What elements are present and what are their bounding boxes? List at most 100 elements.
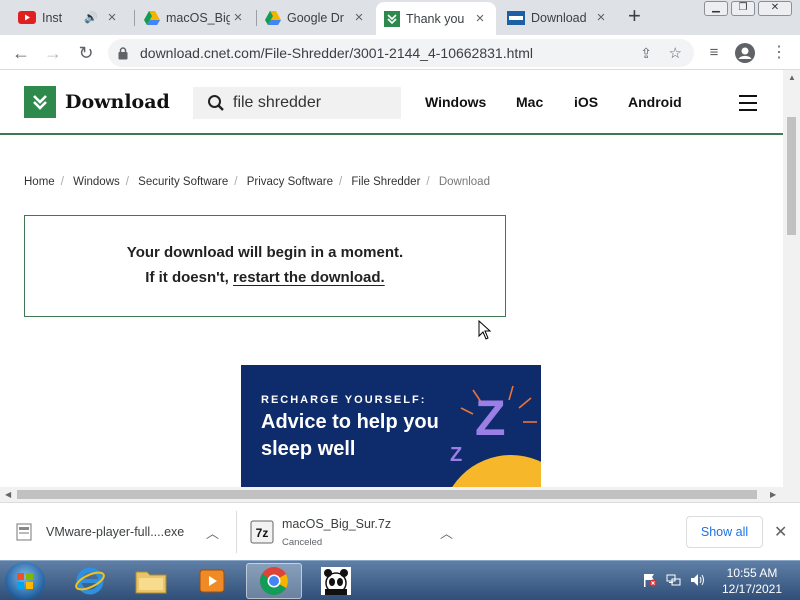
tab-close-icon[interactable]: × <box>351 9 367 26</box>
scroll-right-arrow-icon[interactable]: ▶ <box>770 487 776 502</box>
tab-macos-drive[interactable]: macOS_Big × <box>136 2 254 33</box>
tab-divider <box>134 10 135 26</box>
tab-thank-you[interactable]: Thank you × <box>376 2 496 35</box>
speaker-icon[interactable]: 🔊 <box>84 11 98 24</box>
windows-logo-icon <box>17 573 33 589</box>
restore-button[interactable]: ❐ <box>731 1 755 16</box>
google-drive-icon <box>265 10 281 25</box>
browser-tab-strip: Inst 🔊 × macOS_Big × Google Dr × Thank y… <box>0 0 800 35</box>
restart-line: If it doesn't, restart the download. <box>25 269 505 286</box>
clock-date: 12/17/2021 <box>721 582 783 596</box>
breadcrumb-item[interactable]: File Shredder <box>351 176 420 188</box>
horizontal-scroll-thumb[interactable] <box>17 490 757 499</box>
search-icon[interactable] <box>207 94 225 112</box>
address-bar[interactable]: download.cnet.com/File-Shredder/3001-214… <box>108 39 694 67</box>
nav-mac[interactable]: Mac <box>516 94 543 110</box>
tab-close-icon[interactable]: × <box>230 9 246 26</box>
clock-time: 10:55 AM <box>726 566 778 580</box>
breadcrumb-item[interactable]: Windows <box>73 176 120 188</box>
tab-title: Inst <box>42 10 63 25</box>
svg-text:7z: 7z <box>256 526 269 540</box>
site-header: Download file shredder Windows Mac iOS A… <box>0 70 783 135</box>
tab-close-icon[interactable]: × <box>104 9 120 26</box>
site-logo[interactable]: Download <box>24 86 170 118</box>
restart-prefix: If it doesn't, <box>145 269 234 286</box>
site-search-input[interactable]: file shredder <box>193 87 401 119</box>
chevron-up-icon[interactable]: ︿ <box>206 523 219 542</box>
taskbar-media-player[interactable] <box>184 563 240 599</box>
taskbar-internet-explorer[interactable] <box>62 563 118 599</box>
exe-file-icon <box>16 523 32 541</box>
vmware-icon <box>507 10 525 25</box>
media-player-icon <box>199 569 225 593</box>
download-item-macos[interactable]: 7z macOS_Big_Sur.7z Canceled ︿ <box>250 503 460 561</box>
taskbar-app-panda[interactable] <box>308 563 364 599</box>
folder-icon <box>135 571 167 594</box>
bookmark-star-icon[interactable]: ☆ <box>669 44 682 62</box>
new-tab-button[interactable]: + <box>628 5 641 27</box>
start-button[interactable] <box>5 562 45 600</box>
restart-download-link[interactable]: restart the download. <box>233 269 385 286</box>
minimize-button[interactable]: ▁ <box>704 1 728 16</box>
download-filename: VMware-player-full....exe <box>46 525 185 539</box>
back-button[interactable]: ← <box>9 41 33 65</box>
chevron-up-icon[interactable]: ︿ <box>440 523 453 542</box>
ad-headline: Advice to help you sleep well <box>261 411 439 460</box>
tab-close-icon[interactable]: × <box>593 9 609 26</box>
close-window-button[interactable]: ✕ <box>758 1 792 16</box>
profile-avatar-icon[interactable] <box>733 41 757 65</box>
reload-button[interactable]: ↻ <box>74 41 98 65</box>
system-clock[interactable]: 10:55 AM 12/17/2021 <box>710 565 794 597</box>
tab-title: Thank you <box>406 11 465 26</box>
advertisement-banner[interactable]: RECHARGE YOURSELF: Advice to help you sl… <box>241 365 541 487</box>
lock-icon <box>118 46 128 59</box>
taskbar-chrome[interactable] <box>246 563 302 599</box>
volume-icon[interactable] <box>690 573 705 590</box>
chrome-menu-icon[interactable]: ⋮ <box>767 41 791 65</box>
nav-android[interactable]: Android <box>628 94 682 110</box>
download-site-icon <box>384 10 400 27</box>
network-icon[interactable] <box>666 573 682 590</box>
horizontal-scrollbar[interactable]: ◀ ▶ <box>0 487 783 502</box>
ad-z-small: Z <box>450 444 463 466</box>
reading-list-icon[interactable]: ≡ <box>702 41 726 65</box>
vertical-scrollbar[interactable]: ▲ <box>783 70 800 502</box>
breadcrumb-item[interactable]: Security Software <box>138 176 228 188</box>
tab-close-icon[interactable]: × <box>472 10 488 27</box>
close-shelf-icon[interactable]: ✕ <box>774 522 787 542</box>
download-message-box: Your download will begin in a moment. If… <box>24 215 506 317</box>
scroll-up-arrow-icon[interactable]: ▲ <box>788 73 796 82</box>
7z-file-icon: 7z <box>250 520 274 544</box>
browser-toolbar: ← → ↻ download.cnet.com/File-Shredder/30… <box>0 35 800 70</box>
nav-windows[interactable]: Windows <box>425 94 486 110</box>
panda-app-icon <box>321 567 351 595</box>
breadcrumb-item[interactable]: Privacy Software <box>247 176 333 188</box>
download-shelf: VMware-player-full....exe ︿ 7z macOS_Big… <box>0 502 800 560</box>
mouse-cursor-icon <box>478 319 492 345</box>
show-all-button[interactable]: Show all <box>686 516 763 548</box>
vertical-scroll-thumb[interactable] <box>787 117 796 235</box>
tab-vmware-download[interactable]: Download × <box>499 2 617 33</box>
forward-button[interactable]: → <box>41 41 65 65</box>
internet-explorer-icon <box>75 567 105 595</box>
youtube-icon <box>18 11 36 24</box>
download-item-vmware[interactable]: VMware-player-full....exe ︿ <box>16 503 228 561</box>
nav-ios[interactable]: iOS <box>574 94 598 110</box>
tab-google-drive[interactable]: Google Dr × <box>257 2 375 33</box>
window-controls: ▁ ❐ ✕ <box>704 1 792 16</box>
windows-taskbar: 10:55 AM 12/17/2021 <box>0 560 800 600</box>
search-value: file shredder <box>233 94 322 111</box>
tab-youtube[interactable]: Inst 🔊 × <box>10 2 128 33</box>
download-message: Your download will begin in a moment. <box>126 244 404 261</box>
breadcrumb-current: Download <box>438 176 490 188</box>
page-viewport: Download file shredder Windows Mac iOS A… <box>0 70 783 487</box>
taskbar-file-explorer[interactable] <box>123 563 179 599</box>
url-text: download.cnet.com/File-Shredder/3001-214… <box>140 45 534 61</box>
tab-title: Download <box>531 10 587 25</box>
action-center-flag-icon[interactable] <box>643 573 657 590</box>
ad-kicker: RECHARGE YOURSELF: <box>261 394 427 406</box>
hamburger-menu-icon[interactable] <box>739 95 757 111</box>
share-icon[interactable]: ⇪ <box>640 45 652 62</box>
scroll-left-arrow-icon[interactable]: ◀ <box>5 487 11 502</box>
breadcrumb-item[interactable]: Home <box>24 176 55 188</box>
